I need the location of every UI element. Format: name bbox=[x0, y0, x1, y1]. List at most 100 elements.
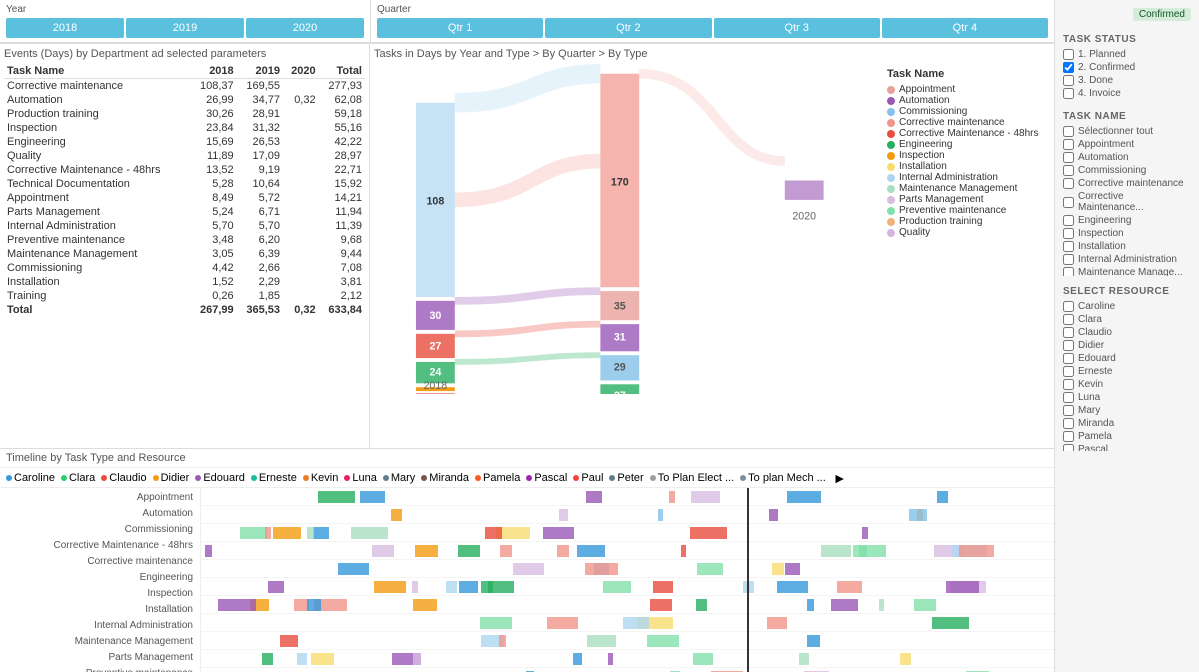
resource-checkbox[interactable] bbox=[1063, 340, 1074, 351]
table-cell bbox=[283, 191, 319, 205]
resource-item[interactable]: Pamela bbox=[1063, 431, 1191, 442]
resource-checkbox[interactable] bbox=[1063, 405, 1074, 416]
resource-item[interactable]: Luna bbox=[1063, 392, 1191, 403]
legend-dot bbox=[887, 163, 895, 171]
filter-row: Year 2018 2019 2020 Quarter Qtr 1 Qtr 2 … bbox=[0, 0, 1054, 43]
resource-dot bbox=[344, 475, 350, 481]
table-cell: Quality bbox=[4, 149, 190, 163]
task-status-label: 2. Confirmed bbox=[1078, 62, 1135, 73]
task-name-item[interactable]: Commissioning bbox=[1063, 165, 1191, 176]
task-name-item[interactable]: Automation bbox=[1063, 152, 1191, 163]
task-name-item[interactable]: Corrective Maintenance... bbox=[1063, 191, 1191, 213]
task-status-item[interactable]: 1. Planned bbox=[1063, 49, 1191, 60]
task-status-label: 4. Invoice bbox=[1078, 88, 1121, 99]
task-name-checkbox[interactable] bbox=[1063, 126, 1074, 137]
task-name-item[interactable]: Maintenance Manage... bbox=[1063, 267, 1191, 276]
task-name-checkbox[interactable] bbox=[1063, 241, 1074, 252]
task-status-title: Task Status bbox=[1063, 34, 1191, 45]
qtr3-btn[interactable]: Qtr 3 bbox=[714, 18, 880, 38]
task-name-checkbox[interactable] bbox=[1063, 139, 1074, 150]
timeline-segment bbox=[485, 527, 502, 539]
resource-checkbox[interactable] bbox=[1063, 327, 1074, 338]
resource-checkbox[interactable] bbox=[1063, 366, 1074, 377]
task-status-checkbox[interactable] bbox=[1063, 49, 1074, 60]
resource-label: Caroline bbox=[14, 472, 55, 484]
year-2019-btn[interactable]: 2019 bbox=[126, 18, 244, 38]
task-name-item[interactable]: Corrective maintenance bbox=[1063, 178, 1191, 189]
table-cell: 8,49 bbox=[190, 191, 236, 205]
timeline-segment bbox=[653, 581, 673, 593]
timeline-segment bbox=[360, 491, 385, 503]
resource-checkbox[interactable] bbox=[1063, 314, 1074, 325]
resource-item[interactable]: Miranda bbox=[1063, 418, 1191, 429]
resource-checkbox[interactable] bbox=[1063, 431, 1074, 442]
table-cell: 3,48 bbox=[190, 233, 236, 247]
resource-item[interactable]: Clara bbox=[1063, 314, 1191, 325]
legend-item: Maintenance Management bbox=[887, 183, 1048, 194]
task-name-item[interactable]: Installation bbox=[1063, 241, 1191, 252]
resource-item[interactable]: Mary bbox=[1063, 405, 1191, 416]
resource-item[interactable]: Pascal bbox=[1063, 444, 1191, 451]
task-name-item[interactable]: Appointment bbox=[1063, 139, 1191, 150]
resource-checkbox[interactable] bbox=[1063, 353, 1074, 364]
resource-label: Pascal bbox=[534, 472, 567, 484]
timeline-segment bbox=[690, 527, 727, 539]
resource-item[interactable]: Didier bbox=[1063, 340, 1191, 351]
task-name-checkbox[interactable] bbox=[1063, 228, 1074, 239]
year-2018-btn[interactable]: 2018 bbox=[6, 18, 124, 38]
resource-checkbox[interactable] bbox=[1063, 392, 1074, 403]
task-name-checkbox[interactable] bbox=[1063, 215, 1074, 226]
qtr4-btn[interactable]: Qtr 4 bbox=[882, 18, 1048, 38]
task-status-item[interactable]: 4. Invoice bbox=[1063, 88, 1191, 99]
task-name-label: Engineering bbox=[1078, 215, 1131, 226]
table-cell: 0,26 bbox=[190, 289, 236, 303]
resource-checkbox[interactable] bbox=[1063, 379, 1074, 390]
resource-item: Pamela bbox=[475, 472, 520, 484]
table-cell: 5,72 bbox=[237, 191, 283, 205]
qtr1-btn[interactable]: Qtr 1 bbox=[377, 18, 543, 38]
task-name-item[interactable]: Internal Administration bbox=[1063, 254, 1191, 265]
timeline-segment bbox=[338, 563, 369, 575]
task-name-checkbox[interactable] bbox=[1063, 254, 1074, 265]
task-name-checkbox[interactable] bbox=[1063, 267, 1074, 276]
resource-checkbox[interactable] bbox=[1063, 418, 1074, 429]
resource-item: Miranda bbox=[421, 472, 469, 484]
year-2020-btn[interactable]: 2020 bbox=[246, 18, 364, 38]
timeline-bar-row bbox=[201, 668, 1054, 672]
resource-item[interactable]: Erneste bbox=[1063, 366, 1191, 377]
task-status-checkbox[interactable] bbox=[1063, 62, 1074, 73]
task-name-label: Corrective maintenance bbox=[1078, 178, 1184, 189]
resource-checkbox[interactable] bbox=[1063, 444, 1074, 451]
task-status-checkbox[interactable] bbox=[1063, 75, 1074, 86]
resource-item[interactable]: Claudio bbox=[1063, 327, 1191, 338]
timeline-segment bbox=[831, 599, 858, 611]
task-status-item[interactable]: 3. Done bbox=[1063, 75, 1191, 86]
timeline-segment bbox=[297, 653, 307, 665]
resources-scroll-right[interactable]: ► bbox=[833, 470, 847, 486]
task-name-checkbox[interactable] bbox=[1063, 197, 1074, 208]
resource-item[interactable]: Caroline bbox=[1063, 301, 1191, 312]
left-panel: Year 2018 2019 2020 Quarter Qtr 1 Qtr 2 … bbox=[0, 0, 1054, 672]
task-status-item[interactable]: 2. Confirmed bbox=[1063, 62, 1191, 73]
resource-item[interactable]: Kevin bbox=[1063, 379, 1191, 390]
timeline-segment bbox=[351, 527, 388, 539]
chart-legend-items: AppointmentAutomationCommissioningCorrec… bbox=[887, 84, 1048, 238]
task-name-item[interactable]: Sélectionner tout bbox=[1063, 126, 1191, 137]
task-status-checkbox[interactable] bbox=[1063, 88, 1074, 99]
task-name-item[interactable]: Engineering bbox=[1063, 215, 1191, 226]
task-name-checkbox[interactable] bbox=[1063, 165, 1074, 176]
resource-item[interactable]: Edouard bbox=[1063, 353, 1191, 364]
task-name-checkbox[interactable] bbox=[1063, 152, 1074, 163]
legend-item: Internal Administration bbox=[887, 172, 1048, 183]
timeline-segment bbox=[318, 491, 355, 503]
legend-dot bbox=[887, 119, 895, 127]
timeline-segment bbox=[586, 491, 603, 503]
legend-item: Corrective maintenance bbox=[887, 117, 1048, 128]
resource-item: Luna bbox=[344, 472, 376, 484]
task-name-checkbox[interactable] bbox=[1063, 178, 1074, 189]
task-name-item[interactable]: Inspection bbox=[1063, 228, 1191, 239]
timeline-segment bbox=[697, 563, 723, 575]
qtr2-btn[interactable]: Qtr 2 bbox=[545, 18, 711, 38]
resource-checkbox[interactable] bbox=[1063, 301, 1074, 312]
resource-list: Caroline Clara Claudio Didier Edouard Erneste… bbox=[1063, 301, 1191, 451]
